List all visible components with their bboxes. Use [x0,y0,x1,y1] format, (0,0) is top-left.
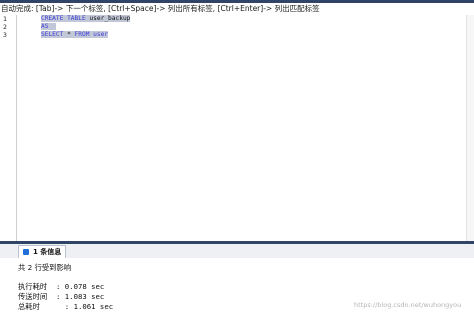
sql-identifier: user_backup [85,15,131,22]
stat-label: 总耗时 [18,302,40,311]
sql-keyword: SELECT [41,31,64,38]
line-number: 3 [3,31,7,39]
watermark-text: https://blog.csdn.net/wuhongyou [354,301,462,309]
results-tab-bar: 1 条信息 [0,244,474,259]
code-line[interactable]: CREATE TABLE user_backup [41,15,131,23]
code-line[interactable]: SELECT * FROM user [41,31,109,39]
stat-label: 执行耗时 [18,282,48,291]
sql-keyword: CREATE TABLE [41,15,86,22]
editor-scrollbar[interactable] [466,15,474,241]
stat-label: 传送时间 [18,292,48,301]
sql-editor[interactable]: 1 2 3 CREATE TABLE user_backup AS SELECT… [0,15,474,241]
tab-messages-label: 1 条信息 [33,248,62,256]
sql-keyword: FROM [74,31,90,38]
autocomplete-hint-text: 自动完成: [Tab]-> 下一个标签, [Ctrl+Space]-> 列出所有… [1,4,320,13]
sql-operator: * [63,31,75,38]
info-icon [23,249,29,255]
line-number-gutter: 1 2 3 [0,15,16,241]
stat-value: : 0.078 sec [56,282,105,291]
affected-rows-text: 共 2 行受到影响 [18,263,72,272]
code-line[interactable]: AS [41,23,56,31]
tab-messages[interactable]: 1 条信息 [18,245,66,258]
line-number: 2 [3,23,7,31]
autocomplete-hint-bar: 自动完成: [Tab]-> 下一个标签, [Ctrl+Space]-> 列出所有… [0,3,474,15]
gutter-separator [16,15,17,241]
stat-value: : 1.061 sec [56,302,114,311]
sql-identifier: user [89,31,109,38]
line-number: 1 [3,15,7,23]
stat-value: : 1.083 sec [56,292,105,301]
